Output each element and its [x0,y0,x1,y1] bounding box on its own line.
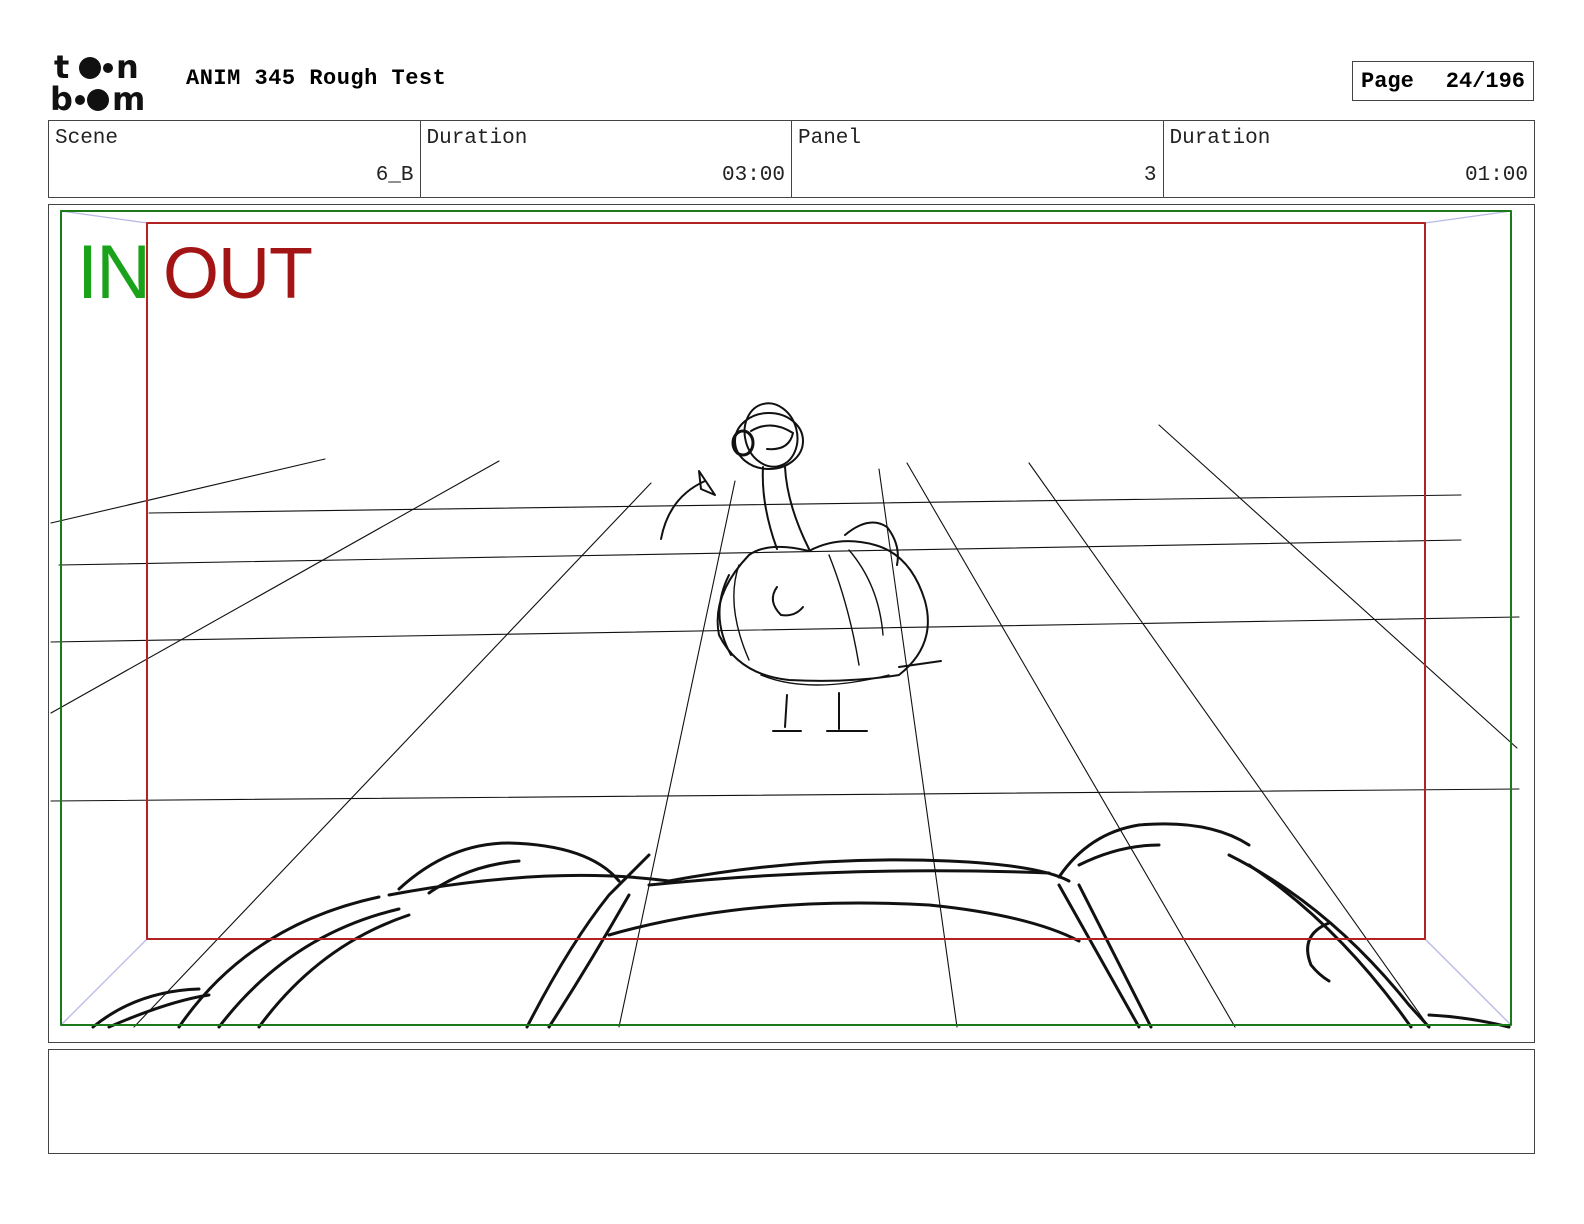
toon-boom-logo: t n b m [50,50,145,114]
panel-info-bar: Scene 6_B Duration 03:00 Panel 3 Duratio… [48,120,1535,198]
scene-duration-label: Duration [426,127,528,150]
out-frame [146,222,1426,940]
foreground-object-sketch [91,822,1511,1029]
page-label: Page [1361,68,1414,94]
panel-value: 3 [1143,164,1157,187]
scene-duration-value: 03:00 [721,164,785,187]
panel-sketch [50,210,1520,1029]
bird-sketch [660,402,942,732]
page-number: 24/196 [1445,68,1525,94]
panel-duration-cell: Duration 01:00 [1162,121,1535,197]
page-indicator: Page 24/196 [1352,61,1534,101]
scene-label: Scene [55,127,119,150]
scene-cell: Scene 6_B [49,121,420,197]
scene-duration-cell: Duration 03:00 [419,121,792,197]
panel-duration-value: 01:00 [1464,164,1528,187]
panel-cell: Panel 3 [791,121,1163,197]
document-title: ANIM 345 Rough Test [186,66,447,91]
camera-corner-guides [60,210,1512,1026]
panel-label: Panel [798,127,862,150]
in-frame-label: IN [77,230,151,315]
scene-value: 6_B [375,164,414,187]
panel-duration-label: Duration [1169,127,1271,150]
panel-notes-box [48,1049,1535,1154]
in-frame [60,210,1512,1026]
svg-text:b: b [50,80,73,114]
svg-text:m: m [112,80,145,114]
storyboard-panel: IN OUT [48,204,1535,1043]
out-frame-label: OUT [163,234,313,314]
